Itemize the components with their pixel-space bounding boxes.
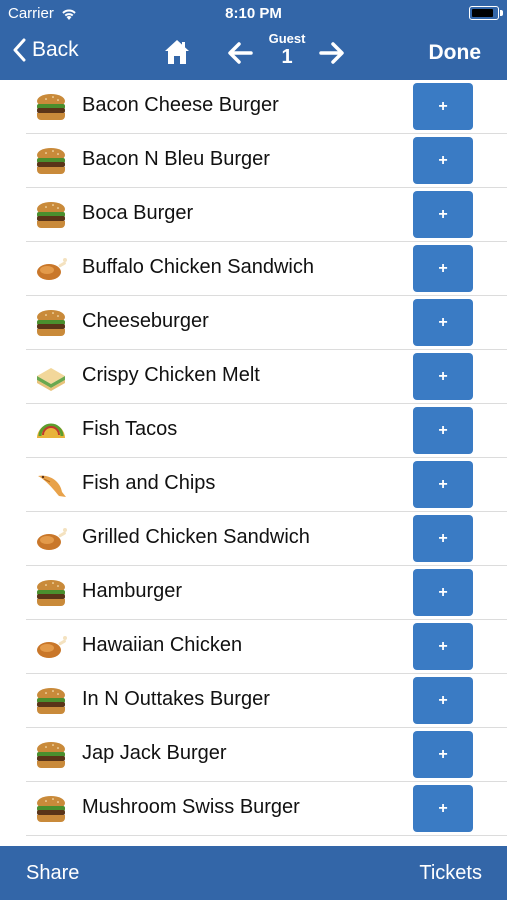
chicken-icon	[37, 528, 67, 550]
burger-icon	[37, 310, 65, 336]
menu-item-row[interactable]: Mushroom Swiss Burger +	[26, 782, 507, 836]
back-label: Back	[32, 38, 79, 61]
chicken-icon	[37, 636, 67, 658]
menu-item-row[interactable]: Bacon Cheese Burger +	[26, 80, 507, 134]
add-item-button[interactable]: +	[413, 245, 473, 292]
burger-icon	[37, 742, 65, 768]
menu-item-label: Bacon Cheese Burger	[82, 94, 279, 116]
add-item-button[interactable]: +	[413, 353, 473, 400]
add-item-button[interactable]: +	[413, 731, 473, 778]
menu-item-label: Crispy Chicken Melt	[82, 364, 260, 386]
menu-item-label: Mushroom Swiss Burger	[82, 796, 300, 818]
chicken-icon	[37, 258, 67, 280]
menu-item-label: Hawaiian Chicken	[82, 634, 243, 656]
navigation-bar: Back Guest 1 Done	[0, 28, 507, 80]
menu-item-list[interactable]: Bacon Cheese Burger + Bacon N Bleu Burger +…	[0, 80, 507, 846]
bottom-toolbar: Share Tickets	[0, 846, 507, 900]
menu-item-row[interactable]: Boca Burger +	[26, 188, 507, 242]
fish-icon	[38, 475, 66, 497]
battery-icon	[469, 6, 503, 20]
menu-item-label: Hamburger	[82, 580, 183, 602]
add-item-button[interactable]: +	[413, 191, 473, 238]
menu-item-row[interactable]: Hamburger +	[26, 566, 507, 620]
home-icon[interactable]	[162, 37, 192, 67]
add-item-button[interactable]: +	[413, 677, 473, 724]
add-item-button[interactable]: +	[413, 785, 473, 832]
menu-item-row[interactable]: Fish Tacos +	[26, 404, 507, 458]
burger-icon	[37, 688, 65, 714]
menu-item-label: Boca Burger	[82, 202, 194, 224]
burger-icon	[37, 796, 65, 822]
add-item-button[interactable]: +	[413, 407, 473, 454]
burger-icon	[37, 94, 65, 120]
menu-item-label: Cheeseburger	[82, 310, 209, 332]
burger-icon	[37, 580, 65, 606]
menu-item-label: Fish Tacos	[82, 418, 178, 440]
guest-number: 1	[281, 46, 293, 68]
add-item-button[interactable]: +	[413, 137, 473, 184]
tickets-button[interactable]: Tickets	[419, 862, 482, 885]
menu-item-label: Buffalo Chicken Sandwich	[82, 256, 314, 278]
menu-item-row[interactable]: Crispy Chicken Melt +	[26, 350, 507, 404]
menu-item-label: Fish and Chips	[82, 472, 216, 494]
status-time: 8:10 PM	[225, 5, 282, 22]
menu-item-label: Jap Jack Burger	[82, 742, 227, 764]
guest-label: Guest	[268, 31, 306, 46]
menu-item-row[interactable]: Hawaiian Chicken +	[26, 620, 507, 674]
menu-item-row[interactable]: Bacon N Bleu Burger +	[26, 134, 507, 188]
taco-icon	[37, 423, 65, 438]
menu-item-row[interactable]: Jap Jack Burger +	[26, 728, 507, 782]
previous-guest-arrow-icon[interactable]	[226, 39, 254, 67]
guest-selector: Guest 1	[256, 31, 318, 68]
share-button[interactable]: Share	[26, 862, 79, 885]
add-item-button[interactable]: +	[413, 299, 473, 346]
next-guest-arrow-icon[interactable]	[318, 39, 346, 67]
add-item-button[interactable]: +	[413, 569, 473, 616]
menu-item-label: Bacon N Bleu Burger	[82, 148, 270, 170]
status-bar: Carrier 8:10 PM	[0, 0, 507, 28]
menu-item-row[interactable]: Grilled Chicken Sandwich +	[26, 512, 507, 566]
add-item-button[interactable]: +	[413, 83, 473, 130]
burger-icon	[37, 148, 65, 174]
menu-item-row[interactable]: In N Outtakes Burger +	[26, 674, 507, 728]
add-item-button[interactable]: +	[413, 461, 473, 508]
chevron-left-icon	[13, 38, 26, 62]
menu-item-row[interactable]: Buffalo Chicken Sandwich +	[26, 242, 507, 296]
back-button[interactable]: Back	[12, 38, 79, 62]
add-item-button[interactable]: +	[413, 623, 473, 670]
menu-item-row[interactable]: Fish and Chips +	[26, 458, 507, 512]
burger-icon	[37, 202, 65, 228]
done-button[interactable]: Done	[429, 41, 482, 65]
menu-item-row[interactable]: Cheeseburger +	[26, 296, 507, 350]
add-item-button[interactable]: +	[413, 515, 473, 562]
sandwich-icon	[37, 368, 65, 391]
menu-item-label: Grilled Chicken Sandwich	[82, 526, 310, 548]
menu-item-label: In N Outtakes Burger	[82, 688, 270, 710]
